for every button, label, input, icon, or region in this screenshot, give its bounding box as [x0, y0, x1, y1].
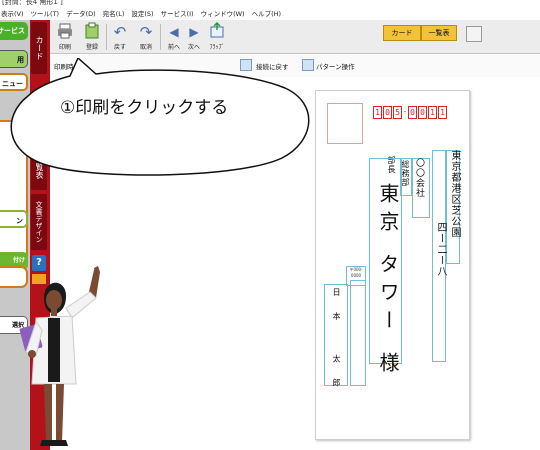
- undo-icon: ↶: [113, 23, 127, 41]
- card-mode-button[interactable]: カード: [383, 25, 421, 41]
- woman-illustration: [19, 266, 100, 446]
- print-button[interactable]: 印刷: [53, 22, 77, 52]
- address-line2: 四ー二ー八: [435, 222, 446, 277]
- flip-icon: [205, 21, 229, 42]
- menu-item-tools[interactable]: ツール(T): [31, 8, 60, 20]
- settings-icon[interactable]: [466, 26, 482, 42]
- company-name: 〇〇会社: [414, 158, 424, 198]
- zip-digit: 0: [408, 106, 417, 119]
- printer-icon: [53, 22, 77, 42]
- undo-button[interactable]: ↶ 戻す: [108, 22, 132, 52]
- undo-label: 戻す: [113, 44, 126, 51]
- cancel-button[interactable]: ↷ 取消: [134, 22, 158, 52]
- flip-button[interactable]: ﾌﾗｯﾌﾟ: [205, 21, 229, 52]
- redo-icon: ↷: [139, 23, 153, 41]
- next-label: 次へ: [187, 44, 200, 51]
- service-button[interactable]: サービス: [0, 22, 28, 40]
- sidebar-button-4[interactable]: ン: [0, 210, 28, 228]
- speech-bubble: [10, 58, 310, 176]
- register-icon: [80, 22, 104, 42]
- zip-digit: 1: [438, 106, 447, 119]
- menu-item-data[interactable]: データ(D): [66, 8, 96, 20]
- cancel-label: 取消: [139, 44, 152, 51]
- menu-item-settings[interactable]: 設定(S): [131, 8, 153, 20]
- menu-item-window[interactable]: ウィンドウ(W): [201, 8, 245, 20]
- zip-digit: 0: [383, 106, 392, 119]
- next-button[interactable]: ▶ 次へ: [182, 22, 206, 52]
- menu-item-view[interactable]: 表示(V): [1, 8, 24, 20]
- print-label: 印刷: [58, 44, 71, 51]
- window-title: [封筒：長4 角形1 ]: [2, 0, 63, 6]
- register-button[interactable]: 登録: [80, 22, 104, 52]
- menu-item-address[interactable]: 宛名(L): [103, 8, 125, 20]
- sender-name: 日本 太郎: [332, 288, 341, 403]
- callout-text: ①印刷をクリックする: [60, 98, 229, 118]
- toolbar-divider: [160, 24, 161, 50]
- address-line1: 東京都港区芝公園: [449, 150, 460, 238]
- menu-bar: 表示(V) ツール(T) データ(D) 宛名(L) 設定(S) サービス(I) …: [0, 8, 540, 20]
- register-label: 登録: [85, 44, 98, 51]
- sender-address-box[interactable]: [350, 280, 366, 386]
- flip-label: ﾌﾗｯﾌﾟ: [209, 44, 225, 51]
- stamp-area: [327, 103, 363, 144]
- prev-label: 前へ: [167, 44, 180, 51]
- recipient-name: 東京 タワー 様: [376, 183, 400, 380]
- list-mode-button[interactable]: 一覧表: [421, 25, 457, 41]
- zip-digit: 0: [418, 106, 427, 119]
- zip-digit: 5: [393, 106, 402, 119]
- menu-item-service[interactable]: サービス(I): [161, 8, 194, 20]
- tab-document-design[interactable]: 文書デザイン: [31, 194, 47, 250]
- zip-digit: 1: [428, 106, 437, 119]
- menu-item-help[interactable]: ヘルプ(H): [252, 8, 281, 20]
- zip-digit: 1: [373, 106, 382, 119]
- triangle-right-icon: ▶: [189, 25, 199, 39]
- toolbar-divider: [106, 24, 107, 50]
- pattern-button[interactable]: パターン操作: [316, 61, 355, 71]
